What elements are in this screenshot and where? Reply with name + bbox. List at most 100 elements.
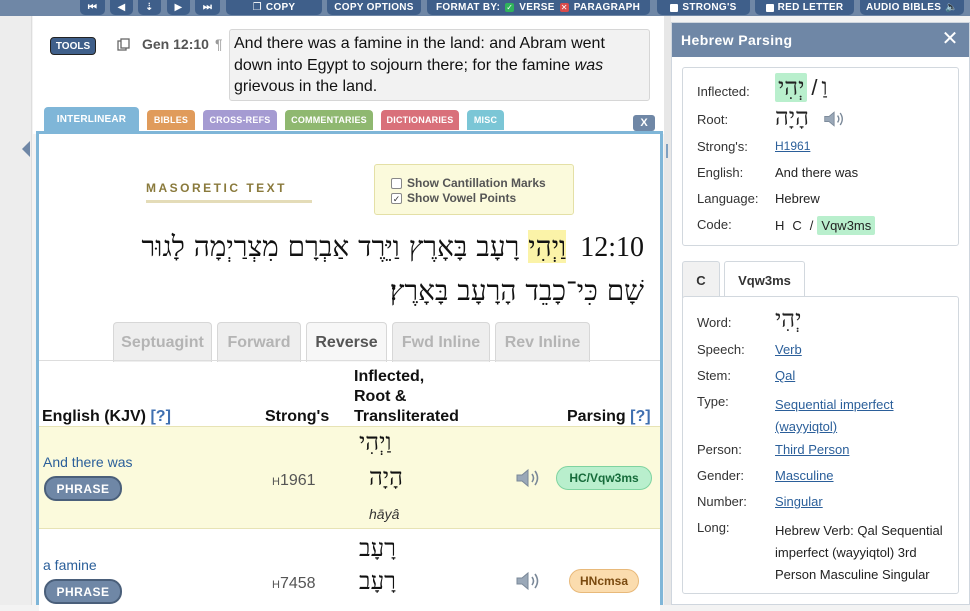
red-letter-label: RED LETTER bbox=[777, 2, 844, 13]
code-badge[interactable]: Vqw3ms bbox=[817, 216, 876, 235]
strongs-link[interactable]: H1961 bbox=[775, 139, 810, 153]
hebrew-verse-line-1: 12:10 וַיְהִי רָעָב בָּאָרֶץ וַיֵּרֶד אַב… bbox=[142, 230, 644, 264]
tab-misc[interactable]: MISC bbox=[467, 110, 504, 130]
row-root-hebrew[interactable]: רָעָב bbox=[359, 567, 396, 596]
strongs-number: 7458 bbox=[279, 575, 316, 592]
verse-text-italic: was bbox=[574, 56, 604, 74]
parsing-panel-title: Hebrew Parsing bbox=[681, 32, 793, 48]
gender-label: Gender: bbox=[697, 468, 744, 483]
tab-dictionaries[interactable]: DICTIONARIES bbox=[381, 110, 459, 130]
view-fwd-inline[interactable]: Fwd Inline bbox=[392, 322, 490, 362]
copy-verse-icon[interactable] bbox=[117, 38, 131, 52]
parsing-help-link[interactable]: [?] bbox=[630, 408, 650, 425]
resize-grip[interactable] bbox=[666, 144, 668, 158]
red-letter-toggle[interactable]: RED LETTER bbox=[755, 0, 854, 15]
english-help-link[interactable]: [?] bbox=[150, 408, 170, 425]
inflected-word[interactable]: יְהִי bbox=[775, 73, 808, 102]
speaker-icon[interactable] bbox=[515, 571, 543, 591]
header-inflected-l3: Transliterated bbox=[354, 408, 459, 425]
tab-cross-refs[interactable]: CROSS-REFS bbox=[203, 110, 277, 130]
hebrew-selected-word[interactable]: וַיְהִי bbox=[528, 230, 567, 263]
english-label: English: bbox=[697, 165, 744, 180]
number-link[interactable]: Singular bbox=[775, 494, 823, 509]
last-verse-button[interactable]: ⏭ bbox=[195, 0, 220, 15]
view-forward[interactable]: Forward bbox=[217, 322, 301, 362]
row-strongs[interactable]: H1961 bbox=[272, 472, 316, 490]
header-inflected: Inflected, Root & Transliterated bbox=[354, 367, 459, 427]
table-row: And there was PHRASE H1961 וַיְהִי הָיָה… bbox=[39, 426, 660, 529]
view-septuagint[interactable]: Septuagint bbox=[113, 322, 212, 362]
strongs-toggle[interactable]: STRONG'S bbox=[657, 0, 750, 15]
tab-bibles[interactable]: BIBLES bbox=[147, 110, 195, 130]
row-english[interactable]: a famine bbox=[43, 557, 97, 573]
collapse-left-arrow-icon[interactable] bbox=[22, 141, 30, 157]
code-c: C bbox=[792, 218, 802, 233]
type-link-l2[interactable]: (wayyiqtol) bbox=[775, 416, 894, 438]
long-value: Hebrew Verb: Qal Sequential imperfect (w… bbox=[775, 520, 943, 586]
type-link-l1[interactable]: Sequential imperfect bbox=[775, 394, 894, 416]
code-value: H C / Vqw3ms bbox=[775, 216, 876, 235]
phrase-button[interactable]: PHRASE bbox=[44, 579, 122, 604]
format-by-group: FORMAT BY: ✓ VERSE ✕ PARAGRAPH bbox=[427, 0, 650, 15]
subtab-vqw3ms[interactable]: Vqw3ms bbox=[724, 261, 805, 298]
first-verse-button[interactable]: ⏮ bbox=[80, 0, 105, 15]
vowel-points-checkbox[interactable]: ✓ bbox=[391, 192, 402, 204]
inflected-label: Inflected: bbox=[697, 84, 750, 99]
down-button[interactable]: ⇣ bbox=[138, 0, 161, 15]
copy-options-button[interactable]: COPY OPTIONS bbox=[327, 0, 421, 15]
tab-interlinear[interactable]: INTERLINEAR bbox=[44, 107, 139, 131]
panel-resize-handle[interactable] bbox=[664, 16, 671, 605]
verse-text-end: grievous in the land. bbox=[234, 78, 378, 95]
parsing-summary-card: Inflected: יְהִי / וַ Root: הָיָה Strong… bbox=[682, 67, 959, 246]
vowel-points-option[interactable]: ✓ Show Vowel Points bbox=[391, 191, 516, 205]
tab-commentaries[interactable]: COMMENTARIES bbox=[285, 110, 373, 130]
person-link[interactable]: Third Person bbox=[775, 442, 849, 457]
header-strongs: Strong's bbox=[265, 408, 330, 425]
left-gutter bbox=[0, 16, 32, 605]
gender-link[interactable]: Masculine bbox=[775, 468, 834, 483]
stem-link[interactable]: Qal bbox=[775, 368, 795, 383]
row-english[interactable]: And there was bbox=[43, 454, 133, 470]
cantillation-option[interactable]: Show Cantillation Marks bbox=[391, 176, 546, 190]
row-strongs[interactable]: H7458 bbox=[272, 575, 316, 593]
verse-reference[interactable]: Gen 12:10 bbox=[142, 36, 209, 52]
red-letter-checkbox[interactable] bbox=[765, 3, 774, 12]
close-icon[interactable]: ✕ bbox=[941, 29, 959, 49]
view-rev-inline[interactable]: Rev Inline bbox=[495, 322, 590, 362]
format-paragraph-option[interactable]: PARAGRAPH bbox=[574, 2, 640, 13]
verse-text: And there was a famine in the land: and … bbox=[229, 29, 650, 101]
phrase-button[interactable]: PHRASE bbox=[44, 476, 122, 501]
english-value: And there was bbox=[775, 165, 859, 180]
table-row: a famine PHRASE H7458 רָעָב רָעָב HNcmsa bbox=[39, 531, 660, 611]
paragraph-x-icon[interactable]: ✕ bbox=[559, 3, 569, 12]
prev-verse-button[interactable]: ◀ bbox=[110, 0, 133, 15]
hebrew-verse-line-2[interactable]: שָׁם כִּי־כָבֵד הָרָעָב בָּאָרֶץ׃ bbox=[390, 274, 644, 308]
tools-button[interactable]: TOOLS bbox=[50, 37, 96, 55]
masoretic-heading: MASORETIC TEXT bbox=[146, 181, 288, 195]
next-verse-button[interactable]: ▶ bbox=[167, 0, 190, 15]
row-inflected-hebrew[interactable]: רָעָב bbox=[359, 534, 396, 563]
speaker-icon[interactable] bbox=[823, 110, 847, 128]
strongs-checkbox[interactable] bbox=[670, 3, 679, 12]
row-root-hebrew[interactable]: הָיָה bbox=[369, 463, 403, 492]
audio-bibles-button[interactable]: AUDIO BIBLES 🔈 bbox=[860, 0, 964, 15]
format-verse-option[interactable]: VERSE bbox=[519, 2, 554, 13]
view-reverse[interactable]: Reverse bbox=[306, 322, 387, 362]
strongs-label: Strong's: bbox=[697, 139, 748, 154]
strongs-label: STRONG'S bbox=[682, 2, 737, 13]
close-tabs-button[interactable]: X bbox=[633, 115, 655, 131]
speech-link[interactable]: Verb bbox=[775, 342, 802, 357]
inflected-separator: / bbox=[811, 74, 818, 100]
row-inflected-hebrew[interactable]: וַיְהִי bbox=[359, 428, 392, 457]
hebrew-line-1-rest[interactable]: רָעָב בָּאָרֶץ וַיֵּרֶד אַבְרָם מִצְרַיְ… bbox=[142, 230, 520, 263]
language-label: Language: bbox=[697, 191, 759, 206]
inflected-prefix[interactable]: וַ bbox=[822, 73, 828, 102]
parsing-badge[interactable]: HC/Vqw3ms bbox=[556, 466, 652, 490]
prev-icon: ◀ bbox=[117, 1, 126, 13]
speaker-icon[interactable] bbox=[515, 468, 543, 488]
subtab-c[interactable]: C bbox=[682, 261, 720, 298]
parsing-badge[interactable]: HNcmsa bbox=[569, 569, 639, 593]
copy-button[interactable]: ❐ COPY bbox=[226, 0, 322, 15]
verse-check-icon[interactable]: ✓ bbox=[505, 3, 515, 12]
cantillation-checkbox[interactable] bbox=[391, 177, 402, 189]
